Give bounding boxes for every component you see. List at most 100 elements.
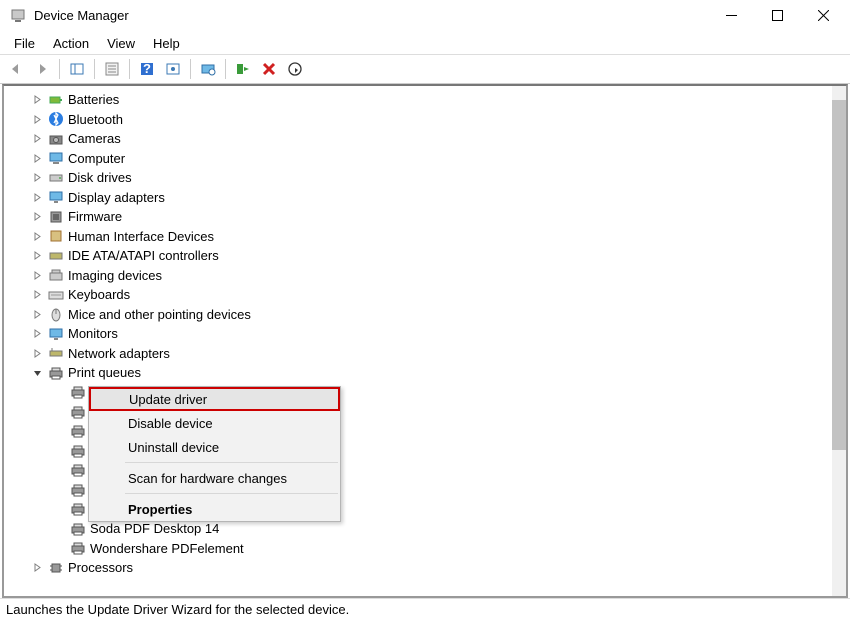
- tree-category[interactable]: Network adapters: [30, 344, 832, 364]
- expand-icon[interactable]: [30, 307, 44, 321]
- collapse-icon[interactable]: [30, 366, 44, 380]
- scan-hardware-button[interactable]: [196, 57, 220, 81]
- expand-icon[interactable]: [30, 151, 44, 165]
- tree-category[interactable]: Cameras: [30, 129, 832, 149]
- bluetooth-icon: [48, 111, 64, 127]
- expand-icon[interactable]: [30, 93, 44, 107]
- spacer: [52, 463, 66, 477]
- tree-category[interactable]: Bluetooth: [30, 110, 832, 130]
- printer-icon: [70, 423, 86, 439]
- menu-view[interactable]: View: [99, 34, 143, 53]
- tree-category[interactable]: Keyboards: [30, 285, 832, 305]
- uninstall-device-button[interactable]: [257, 57, 281, 81]
- window-controls: [708, 1, 846, 31]
- printer-icon: [70, 540, 86, 556]
- printer-icon: [70, 462, 86, 478]
- tree-category[interactable]: Human Interface Devices: [30, 227, 832, 247]
- update-driver-button[interactable]: [283, 57, 307, 81]
- category-label: IDE ATA/ATAPI controllers: [68, 248, 219, 263]
- toolbar: ?: [0, 54, 850, 84]
- expand-icon[interactable]: [30, 327, 44, 341]
- svg-text:?: ?: [143, 61, 151, 76]
- expand-icon[interactable]: [30, 112, 44, 126]
- help-button[interactable]: ?: [135, 57, 159, 81]
- expand-icon[interactable]: [30, 171, 44, 185]
- properties-button[interactable]: [100, 57, 124, 81]
- back-button[interactable]: [4, 57, 28, 81]
- disk-icon: [48, 170, 64, 186]
- hid-icon: [48, 228, 64, 244]
- tree-category[interactable]: Imaging devices: [30, 266, 832, 286]
- ide-icon: [48, 248, 64, 264]
- expand-icon[interactable]: [30, 210, 44, 224]
- device-tree-panel: Batteries BluetoothCameras Computer Disk dr…: [2, 84, 848, 598]
- tree-category[interactable]: Computer: [30, 149, 832, 169]
- menubar: File Action View Help: [0, 32, 850, 54]
- imaging-icon: [48, 267, 64, 283]
- minimize-button[interactable]: [708, 1, 754, 31]
- category-label: Keyboards: [68, 287, 130, 302]
- tree-category[interactable]: Mice and other pointing devices: [30, 305, 832, 325]
- expand-icon[interactable]: [30, 288, 44, 302]
- spacer: [52, 405, 66, 419]
- display-icon: [48, 189, 64, 205]
- expand-icon[interactable]: [30, 346, 44, 360]
- close-button[interactable]: [800, 1, 846, 31]
- computer-icon: [48, 150, 64, 166]
- context-menu-item[interactable]: Scan for hardware changes: [89, 466, 340, 490]
- maximize-button[interactable]: [754, 1, 800, 31]
- context-menu-item[interactable]: Properties: [89, 497, 340, 521]
- tree-category[interactable]: Processors: [30, 558, 832, 578]
- printer-icon: [48, 365, 64, 381]
- action-button[interactable]: [161, 57, 185, 81]
- keyboard-icon: [48, 287, 64, 303]
- context-menu-separator: [125, 493, 338, 494]
- toolbar-separator: [225, 59, 226, 79]
- expand-icon[interactable]: [30, 249, 44, 263]
- tree-category[interactable]: Firmware: [30, 207, 832, 227]
- category-label: Batteries: [68, 92, 119, 107]
- expand-icon[interactable]: [30, 132, 44, 146]
- context-menu-item[interactable]: Uninstall device: [89, 435, 340, 459]
- tree-category[interactable]: Batteries: [30, 90, 832, 110]
- scrollbar-thumb[interactable]: [832, 100, 846, 450]
- forward-button[interactable]: [30, 57, 54, 81]
- show-hide-tree-button[interactable]: [65, 57, 89, 81]
- printer-icon: [70, 482, 86, 498]
- expand-icon[interactable]: [30, 190, 44, 204]
- tree-category[interactable]: Print queues: [30, 363, 832, 383]
- expand-icon[interactable]: [30, 229, 44, 243]
- titlebar: Device Manager: [0, 0, 850, 32]
- category-label: Human Interface Devices: [68, 229, 214, 244]
- category-label: Cameras: [68, 131, 121, 146]
- battery-icon: [48, 92, 64, 108]
- printer-icon: [70, 384, 86, 400]
- context-menu-item[interactable]: Update driver: [89, 387, 340, 411]
- category-label: Computer: [68, 151, 125, 166]
- vertical-scrollbar[interactable]: [832, 86, 846, 596]
- category-label: Mice and other pointing devices: [68, 307, 251, 322]
- menu-file[interactable]: File: [6, 34, 43, 53]
- category-label: Firmware: [68, 209, 122, 224]
- menu-action[interactable]: Action: [45, 34, 97, 53]
- context-menu-item[interactable]: Disable device: [89, 411, 340, 435]
- menu-help[interactable]: Help: [145, 34, 188, 53]
- printer-icon: [70, 501, 86, 517]
- window-title: Device Manager: [34, 8, 708, 23]
- tree-category[interactable]: IDE ATA/ATAPI controllers: [30, 246, 832, 266]
- expand-icon[interactable]: [30, 561, 44, 575]
- spacer: [52, 385, 66, 399]
- printer-icon: [70, 521, 86, 537]
- spacer: [52, 522, 66, 536]
- tree-device[interactable]: Wondershare PDFelement: [30, 539, 832, 559]
- tree-category[interactable]: Display adapters: [30, 188, 832, 208]
- enable-device-button[interactable]: [231, 57, 255, 81]
- context-menu-separator: [125, 462, 338, 463]
- category-label: Imaging devices: [68, 268, 162, 283]
- category-label: Print queues: [68, 365, 141, 380]
- network-icon: [48, 345, 64, 361]
- tree-category[interactable]: Monitors: [30, 324, 832, 344]
- tree-category[interactable]: Disk drives: [30, 168, 832, 188]
- expand-icon[interactable]: [30, 268, 44, 282]
- mouse-icon: [48, 306, 64, 322]
